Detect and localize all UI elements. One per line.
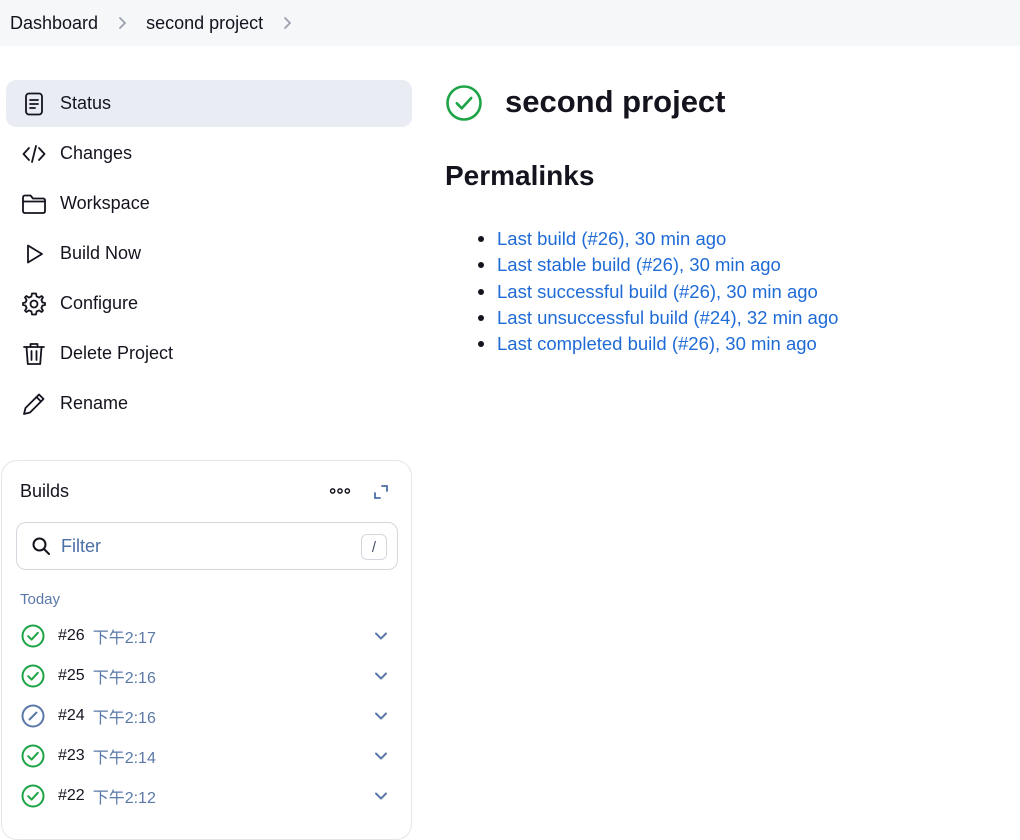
build-number[interactable]: #23 [58, 747, 85, 765]
sidebar-item-label: Status [60, 93, 112, 113]
bullet [478, 341, 484, 348]
permalink-last-build[interactable]: Last build (#26), 30 min ago [497, 228, 726, 250]
chevron-down-icon[interactable] [374, 709, 388, 723]
build-row-22[interactable]: #22 下午2:12 [20, 781, 392, 811]
chevron-right-icon[interactable] [281, 16, 295, 30]
sidebar-item-workspace[interactable]: Workspace [6, 180, 412, 227]
sidebar-item-label: Workspace [60, 193, 150, 213]
keyboard-shortcut-badge: / [361, 534, 387, 560]
gear-icon [20, 290, 48, 318]
chevron-down-icon[interactable] [374, 629, 388, 643]
side-navigation: Status Changes Workspace Build Now Confi… [6, 80, 412, 430]
build-number[interactable]: #24 [58, 707, 85, 725]
sidebar-item-label: Changes [60, 143, 133, 163]
chevron-down-icon[interactable] [374, 669, 388, 683]
bullet [478, 262, 484, 269]
filter-field[interactable]: / [16, 522, 398, 570]
build-time: 下午2:12 [92, 790, 156, 807]
build-row-23[interactable]: #23 下午2:14 [20, 741, 392, 771]
builds-title: Builds [20, 481, 70, 501]
sidebar-item-label: Delete Project [60, 343, 174, 363]
build-time: 下午2:14 [92, 750, 156, 767]
breadcrumb-project[interactable]: second project [146, 13, 263, 34]
chevron-down-icon[interactable] [374, 749, 388, 763]
sidebar-item-label: Rename [60, 393, 129, 413]
builds-panel: Builds / Today #26 下午2:17 #25 下午2:16 #24… [1, 460, 412, 840]
sidebar-item-delete-project[interactable]: Delete Project [6, 330, 412, 377]
permalink-last-unsuccessful-build[interactable]: Last unsuccessful build (#24), 32 min ag… [497, 307, 838, 329]
filter-input[interactable] [61, 535, 341, 557]
chevron-down-icon[interactable] [374, 789, 388, 803]
play-icon [20, 240, 48, 268]
document-icon [20, 90, 48, 118]
more-options-icon[interactable] [328, 483, 352, 499]
success-icon [20, 623, 46, 649]
build-number[interactable]: #25 [58, 667, 85, 685]
sidebar-item-rename[interactable]: Rename [6, 380, 412, 427]
trash-icon [20, 340, 48, 368]
success-icon [20, 783, 46, 809]
sidebar-item-changes[interactable]: Changes [6, 130, 412, 177]
sidebar-item-build-now[interactable]: Build Now [6, 230, 412, 277]
bullet [478, 288, 484, 295]
aborted-icon [20, 703, 46, 729]
sidebar-item-label: Configure [60, 293, 139, 313]
bullet [478, 236, 484, 243]
expand-icon[interactable] [372, 483, 390, 501]
list-item: Last unsuccessful build (#24), 32 min ag… [475, 305, 838, 331]
list-item: Last successful build (#26), 30 min ago [475, 279, 838, 305]
success-icon [445, 84, 483, 122]
permalink-last-successful-build[interactable]: Last successful build (#26), 30 min ago [497, 281, 818, 303]
build-number[interactable]: #22 [58, 787, 85, 805]
build-time: 下午2:17 [92, 630, 156, 647]
permalink-last-completed-build[interactable]: Last completed build (#26), 30 min ago [497, 333, 817, 355]
permalinks-heading: Permalinks [445, 160, 595, 191]
success-icon [20, 663, 46, 689]
search-icon [32, 537, 50, 555]
permalinks-list: Last build (#26), 30 min ago Last stable… [475, 226, 838, 357]
list-item: Last completed build (#26), 30 min ago [475, 331, 838, 357]
breadcrumb-dashboard[interactable]: Dashboard [10, 13, 98, 34]
permalink-last-stable-build[interactable]: Last stable build (#26), 30 min ago [497, 254, 781, 276]
build-group-label: Today [20, 591, 61, 608]
build-number[interactable]: #26 [58, 627, 85, 645]
build-row-26[interactable]: #26 下午2:17 [20, 621, 392, 651]
page-title: second project [505, 84, 726, 119]
sidebar-item-label: Build Now [60, 243, 142, 263]
build-time: 下午2:16 [92, 670, 156, 687]
code-icon [20, 140, 48, 168]
sidebar-item-configure[interactable]: Configure [6, 280, 412, 327]
build-row-24[interactable]: #24 下午2:16 [20, 701, 392, 731]
pencil-icon [20, 390, 48, 418]
bullet [478, 315, 484, 322]
build-time: 下午2:16 [92, 710, 156, 727]
success-icon [20, 743, 46, 769]
list-item: Last build (#26), 30 min ago [475, 226, 838, 252]
sidebar-item-status[interactable]: Status [6, 80, 412, 127]
build-row-25[interactable]: #25 下午2:16 [20, 661, 392, 691]
list-item: Last stable build (#26), 30 min ago [475, 252, 838, 278]
chevron-right-icon [116, 16, 130, 30]
breadcrumb: Dashboard second project [0, 0, 1020, 46]
folder-icon [20, 190, 48, 218]
